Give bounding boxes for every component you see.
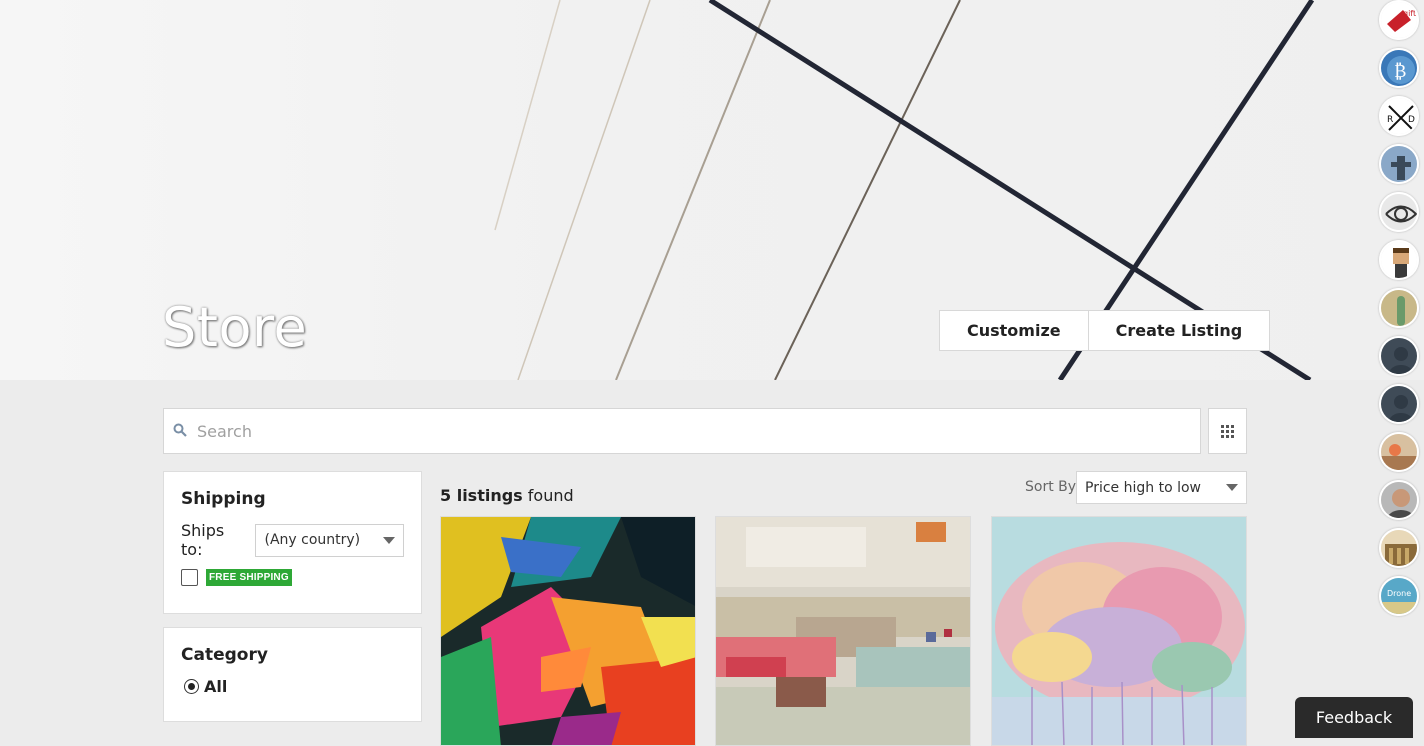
store-header-banner: Store Customize Create Listing bbox=[0, 0, 1424, 380]
free-shipping-badge: FREE SHIPPING bbox=[206, 569, 292, 586]
ships-to-label: Ships to: bbox=[181, 521, 225, 559]
library-avatar[interactable] bbox=[1379, 528, 1419, 568]
photo-avatar[interactable] bbox=[1379, 432, 1419, 472]
listing-image bbox=[716, 517, 970, 745]
listing-card[interactable] bbox=[715, 516, 971, 746]
sort-by-label: Sort By bbox=[1025, 479, 1077, 495]
store-actions: Customize Create Listing bbox=[939, 310, 1271, 351]
radio-selected-icon bbox=[184, 679, 199, 694]
shipping-filter-panel: Shipping Ships to: (Any country) FREE SH… bbox=[163, 471, 422, 614]
feedback-button[interactable]: Feedback bbox=[1295, 697, 1413, 738]
listings-found-text: found bbox=[527, 486, 574, 505]
listing-card[interactable] bbox=[991, 516, 1247, 746]
category-option-all[interactable]: All bbox=[181, 677, 404, 696]
drone-surplus-avatar[interactable]: Drone bbox=[1379, 576, 1419, 616]
free-shipping-checkbox[interactable] bbox=[181, 569, 198, 586]
sort-by-value: Price high to low bbox=[1085, 479, 1201, 496]
chevron-down-icon bbox=[383, 536, 395, 544]
svg-text:gift: gift bbox=[1403, 9, 1416, 18]
pattern-avatar[interactable] bbox=[1379, 192, 1419, 232]
rd-logo-avatar[interactable]: RD bbox=[1379, 96, 1419, 136]
svg-text:₿: ₿ bbox=[1394, 61, 1406, 82]
ships-to-select[interactable]: (Any country) bbox=[255, 523, 404, 557]
grid-icon bbox=[1221, 424, 1234, 438]
search-input[interactable] bbox=[195, 410, 1200, 452]
category-filter-panel: Category All bbox=[163, 627, 422, 722]
shipping-heading: Shipping bbox=[181, 489, 266, 509]
listings-count: 5 listings found bbox=[440, 486, 574, 505]
grid-view-button[interactable] bbox=[1208, 408, 1247, 454]
listings-count-number: 5 listings bbox=[440, 486, 523, 505]
search-bar bbox=[163, 408, 1201, 454]
sort-by-select[interactable]: Price high to low bbox=[1076, 471, 1247, 504]
default-user-avatar[interactable] bbox=[1379, 384, 1419, 424]
search-icon bbox=[173, 423, 191, 440]
listing-image bbox=[441, 517, 695, 745]
listing-card[interactable] bbox=[440, 516, 696, 746]
default-user-avatar[interactable] bbox=[1379, 336, 1419, 376]
bitcoin-avatar[interactable]: ₿ bbox=[1379, 48, 1419, 88]
statue-avatar[interactable] bbox=[1379, 144, 1419, 184]
category-option-label: All bbox=[204, 677, 228, 696]
gift-card-store-avatar[interactable]: gift bbox=[1379, 0, 1419, 40]
listing-image bbox=[992, 517, 1246, 745]
pixel-character-avatar[interactable] bbox=[1379, 240, 1419, 280]
create-listing-button[interactable]: Create Listing bbox=[1087, 311, 1270, 350]
ships-to-value: (Any country) bbox=[264, 532, 361, 548]
page-title: Store bbox=[162, 296, 308, 359]
svg-text:D: D bbox=[1408, 115, 1415, 125]
man-avatar[interactable] bbox=[1379, 480, 1419, 520]
svg-text:Drone: Drone bbox=[1387, 589, 1411, 598]
customize-button[interactable]: Customize bbox=[940, 311, 1088, 350]
cactus-avatar[interactable] bbox=[1379, 288, 1419, 328]
category-heading: Category bbox=[181, 645, 268, 665]
svg-text:R: R bbox=[1387, 115, 1393, 125]
chevron-down-icon bbox=[1226, 484, 1238, 491]
